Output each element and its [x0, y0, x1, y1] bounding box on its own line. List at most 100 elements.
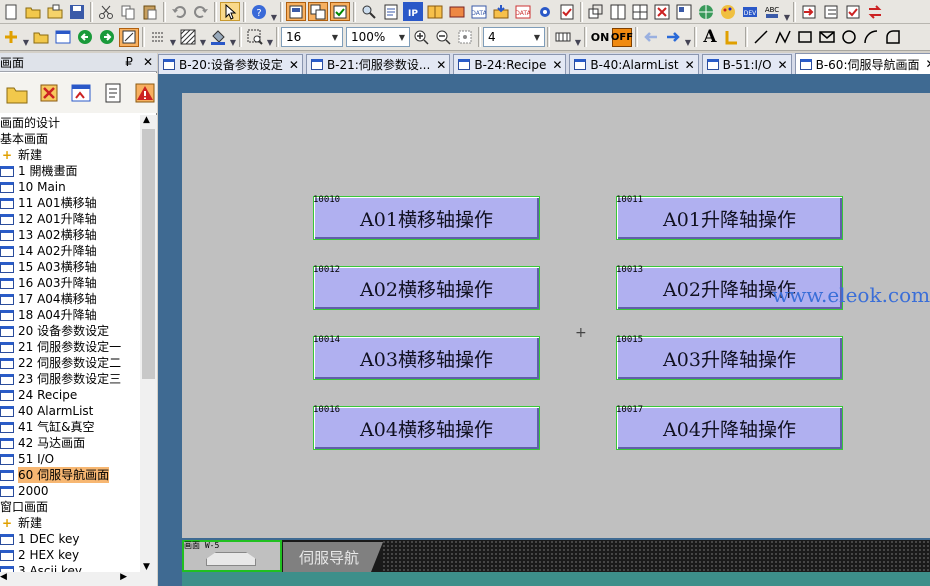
help-icon[interactable]: ?: [249, 2, 269, 21]
comment-tool-icon[interactable]: [722, 28, 742, 47]
envelope-tool-icon[interactable]: [817, 28, 837, 47]
arrow-left-icon[interactable]: [641, 28, 661, 47]
toolbar-overflow-icon[interactable]: ▼: [270, 2, 278, 22]
line-width-select[interactable]: 4 ▼: [483, 27, 545, 47]
tree-screen-item[interactable]: 21 伺服参数设定一: [0, 339, 140, 355]
zoom-select[interactable]: 100% ▼: [346, 27, 410, 47]
address-list-icon[interactable]: [381, 2, 401, 21]
tree-new-item[interactable]: + 新建: [0, 515, 140, 531]
tree-screen-item[interactable]: 3 Ascii key: [0, 563, 140, 572]
close-tab-icon[interactable]: ✕: [552, 58, 562, 72]
arrow-right-circle-icon[interactable]: [97, 28, 117, 47]
document-tab[interactable]: B-60:伺服导航画面 ✕: [794, 53, 930, 74]
redo-icon[interactable]: [191, 2, 211, 21]
tree-screen-item[interactable]: 12 A01升降轴: [0, 211, 140, 227]
tree-screen-item[interactable]: 20 设备参数设定: [0, 323, 140, 339]
tree-screen-item[interactable]: 13 A02横移轴: [0, 227, 140, 243]
servo-nav-button[interactable]: A04升降轴操作: [616, 406, 843, 450]
fill-pattern-icon[interactable]: [178, 28, 198, 47]
window-cascade-icon[interactable]: [308, 2, 328, 21]
tree-vertical-scrollbar[interactable]: ▲ ▼: [140, 115, 157, 572]
chevron-up-icon[interactable]: ▲: [143, 115, 150, 125]
sheet-tab[interactable]: 伺服导航: [283, 542, 383, 572]
data-icon[interactable]: DATA: [469, 2, 489, 21]
close-tab-icon[interactable]: ✕: [436, 58, 446, 72]
hmi-screen-canvas[interactable]: [182, 93, 930, 538]
save-icon[interactable]: [67, 2, 87, 21]
tree-screen-item[interactable]: 2 HEX key: [0, 547, 140, 563]
window-tile-icon[interactable]: [286, 2, 306, 21]
document-tab[interactable]: B-20:设备参数设定 ✕: [158, 54, 303, 74]
tree-screen-item[interactable]: 51 I/O: [0, 451, 140, 467]
toolbar-overflow-icon[interactable]: ▼: [684, 27, 692, 47]
data-transfer-icon[interactable]: DATA: [513, 2, 533, 21]
tree-screen-item[interactable]: 11 A01横移轴: [0, 195, 140, 211]
servo-nav-button[interactable]: A03横移轴操作: [313, 336, 540, 380]
line-tool-icon[interactable]: [751, 28, 771, 47]
chevron-left-icon[interactable]: ◀: [0, 572, 7, 582]
dropdown-icon[interactable]: ▼: [574, 27, 582, 47]
cut-icon[interactable]: [96, 2, 116, 21]
tree-screen-item[interactable]: 23 伺服参数设定三: [0, 371, 140, 387]
font-size-select[interactable]: 16 ▼: [281, 27, 343, 47]
screen-view-icon[interactable]: [53, 28, 73, 47]
document-tab[interactable]: B-21:伺服参数设... ✕: [305, 54, 451, 74]
close-icon[interactable]: ✕: [143, 55, 153, 69]
import-icon[interactable]: [799, 2, 819, 21]
document-tab[interactable]: B-51:I/O ✕: [701, 54, 792, 74]
checklist-icon[interactable]: [557, 2, 577, 21]
tree-screen-item[interactable]: 18 A04升降轴: [0, 307, 140, 323]
close-tab-icon[interactable]: ✕: [778, 58, 788, 72]
tree-group-header[interactable]: 基本画面: [0, 131, 140, 147]
abc-icon[interactable]: ABC: [762, 2, 782, 21]
tree-horizontal-scrollbar[interactable]: ◀ ▶: [0, 572, 157, 586]
dropdown-icon[interactable]: ▼: [266, 27, 274, 47]
line-style-icon[interactable]: [148, 28, 168, 47]
tree-screen-item[interactable]: 16 A03升降轴: [0, 275, 140, 291]
tree-new-item[interactable]: + 新建: [0, 147, 140, 163]
servo-nav-button[interactable]: A04横移轴操作: [313, 406, 540, 450]
undo-icon[interactable]: [169, 2, 189, 21]
chevron-down-icon[interactable]: ▼: [143, 562, 150, 572]
verify-icon[interactable]: [843, 2, 863, 21]
close-tab-icon[interactable]: ✕: [289, 58, 299, 72]
servo-nav-button[interactable]: A01升降轴操作: [616, 196, 843, 240]
screen-properties-icon[interactable]: [68, 80, 94, 106]
close-tab-icon[interactable]: ✕: [685, 58, 695, 72]
tree-screen-item[interactable]: 2000: [0, 483, 140, 499]
tree-screen-item[interactable]: 24 Recipe: [0, 387, 140, 403]
document-tab[interactable]: B-40:AlarmList ✕: [569, 54, 699, 74]
servo-nav-button[interactable]: A01横移轴操作: [313, 196, 540, 240]
tree-screen-item[interactable]: 60 伺服导航画面: [0, 467, 140, 483]
rectangle-tool-icon[interactable]: [795, 28, 815, 47]
copy-icon[interactable]: [118, 2, 138, 21]
window-close-icon[interactable]: [652, 2, 672, 21]
paint-bucket-icon[interactable]: [208, 28, 228, 47]
tree-screen-item[interactable]: 15 A03横移轴: [0, 259, 140, 275]
tree-screen-item[interactable]: 22 伺服参数设定二: [0, 355, 140, 371]
pointer-icon[interactable]: [220, 2, 240, 21]
tree-screen-item[interactable]: 42 马达画面: [0, 435, 140, 451]
servo-nav-button[interactable]: A03升降轴操作: [616, 336, 843, 380]
export-icon[interactable]: [821, 2, 841, 21]
paste-icon[interactable]: [140, 2, 160, 21]
gear-icon[interactable]: [535, 2, 555, 21]
dropdown-icon[interactable]: ▼: [199, 27, 207, 47]
find-icon[interactable]: [359, 2, 379, 21]
debug-icon[interactable]: DEV: [740, 2, 760, 21]
palette-icon[interactable]: [718, 2, 738, 21]
servo-nav-button[interactable]: A02横移轴操作: [313, 266, 540, 310]
dropdown-icon[interactable]: ▼: [229, 27, 237, 47]
window-restore-icon[interactable]: [586, 2, 606, 21]
delete-screen-icon[interactable]: [36, 80, 62, 106]
grid-icon[interactable]: [553, 28, 573, 47]
tree-screen-item[interactable]: 1 DEC key: [0, 531, 140, 547]
screen-thumbnail[interactable]: 画面 W-5: [182, 540, 282, 572]
tree-screen-item[interactable]: 1 開機畫面: [0, 163, 140, 179]
text-tool-icon[interactable]: A: [700, 27, 720, 47]
zoom-in-icon[interactable]: [411, 28, 431, 47]
on-state-button[interactable]: ON: [590, 28, 610, 47]
new-file-icon[interactable]: [1, 2, 21, 21]
off-state-button[interactable]: OFF: [611, 27, 633, 47]
add-icon[interactable]: [1, 28, 21, 47]
